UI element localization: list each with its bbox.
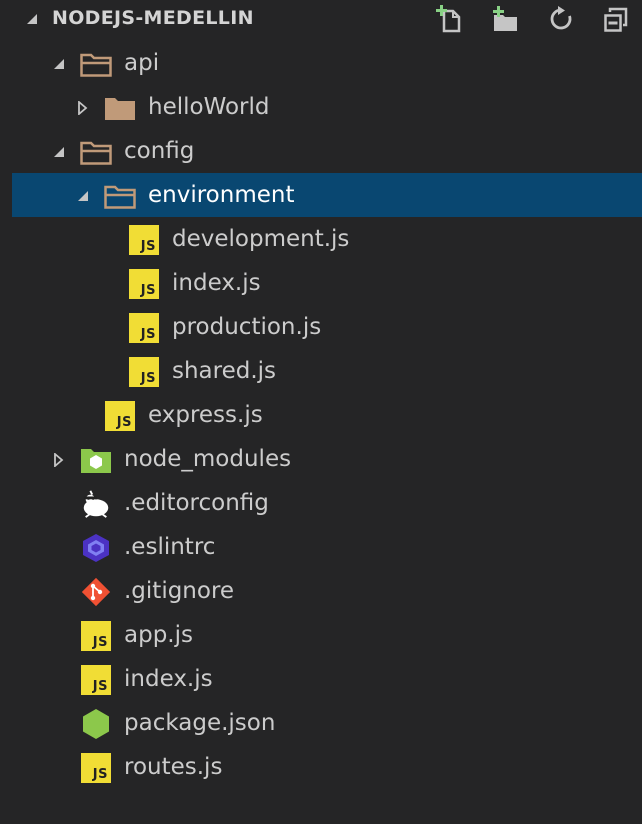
tree-item-label: app.js xyxy=(124,622,193,648)
tree-item-index-js[interactable]: JS index.js xyxy=(12,261,642,305)
tree-item-label: .gitignore xyxy=(124,578,235,604)
folder-icon xyxy=(104,94,136,122)
chevron-down-icon[interactable] xyxy=(52,145,66,159)
tree-item-label: helloWorld xyxy=(148,94,270,120)
folder-open-icon xyxy=(104,182,136,210)
tree-item-environment[interactable]: environment xyxy=(12,173,642,217)
javascript-file-icon: JS xyxy=(128,313,160,343)
tree-item-api[interactable]: api xyxy=(12,41,642,85)
javascript-file-icon: JS xyxy=(104,401,136,431)
eslint-icon xyxy=(80,534,112,562)
chevron-down-icon[interactable] xyxy=(52,57,66,71)
explorer-title: NODEJS-MEDELLIN xyxy=(52,7,254,29)
tree-item-config[interactable]: config xyxy=(12,129,642,173)
tree-item-label: .eslintrc xyxy=(124,534,216,560)
tree-item-label: express.js xyxy=(148,402,263,428)
tree-item-label: package.json xyxy=(124,710,276,736)
javascript-file-icon: JS xyxy=(80,621,112,651)
tree-item-routes-js[interactable]: JS routes.js xyxy=(12,745,642,789)
tree-item-label: api xyxy=(124,50,160,76)
tree-item-shared-js[interactable]: JS shared.js xyxy=(12,349,642,393)
package-json-icon xyxy=(80,709,112,739)
git-icon xyxy=(80,577,112,607)
refresh-icon[interactable] xyxy=(546,4,576,34)
tree-item-index-js[interactable]: JS index.js xyxy=(12,657,642,701)
chevron-right-icon[interactable] xyxy=(52,453,66,467)
tree-item-label: shared.js xyxy=(172,358,277,384)
tree-item-label: config xyxy=(124,138,195,164)
tree-item-label: production.js xyxy=(172,314,322,340)
tree-item-helloworld[interactable]: helloWorld xyxy=(12,85,642,129)
folder-open-icon xyxy=(80,138,112,166)
tree-item-label: .editorconfig xyxy=(124,490,269,516)
chevron-right-icon[interactable] xyxy=(76,101,90,115)
tree-item-dot-gitignore[interactable]: .gitignore xyxy=(12,569,642,613)
tree-item-label: index.js xyxy=(124,666,213,692)
tree-item-production-js[interactable]: JS production.js xyxy=(12,305,642,349)
explorer-section-header[interactable]: NODEJS-MEDELLIN xyxy=(12,0,642,38)
javascript-file-icon: JS xyxy=(128,225,160,255)
tree-item-dot-eslintrc[interactable]: .eslintrc xyxy=(12,525,642,569)
tree-item-label: routes.js xyxy=(124,754,223,780)
tree-item-label: node_modules xyxy=(124,446,292,472)
tree-item-development-js[interactable]: JS development.js xyxy=(12,217,642,261)
folder-open-icon xyxy=(80,50,112,78)
node-modules-folder-icon xyxy=(80,446,112,474)
chevron-down-icon[interactable] xyxy=(76,189,90,203)
new-folder-icon[interactable] xyxy=(490,4,520,34)
tree-item-dot-editorconfig[interactable]: .editorconfig xyxy=(12,481,642,525)
tree-item-label: index.js xyxy=(172,270,261,296)
tree-item-express-js[interactable]: JS express.js xyxy=(12,393,642,437)
new-file-icon[interactable] xyxy=(434,4,464,34)
tree-item-label: development.js xyxy=(172,226,350,252)
tree-item-package-json[interactable]: package.json xyxy=(12,701,642,745)
file-tree: api helloWorld config environment JS developm… xyxy=(12,41,642,789)
tree-item-label: environment xyxy=(148,182,295,208)
javascript-file-icon: JS xyxy=(80,665,112,695)
javascript-file-icon: JS xyxy=(128,357,160,387)
explorer-actions xyxy=(434,4,632,34)
tree-item-node-modules[interactable]: node_modules xyxy=(12,437,642,481)
tree-item-app-js[interactable]: JS app.js xyxy=(12,613,642,657)
collapse-all-icon[interactable] xyxy=(602,4,632,34)
file-explorer: NODEJS-MEDELLIN api helloWorld config en… xyxy=(12,0,642,824)
editorconfig-icon xyxy=(80,490,112,518)
javascript-file-icon: JS xyxy=(128,269,160,299)
chevron-down-icon[interactable] xyxy=(25,13,39,25)
javascript-file-icon: JS xyxy=(80,753,112,783)
